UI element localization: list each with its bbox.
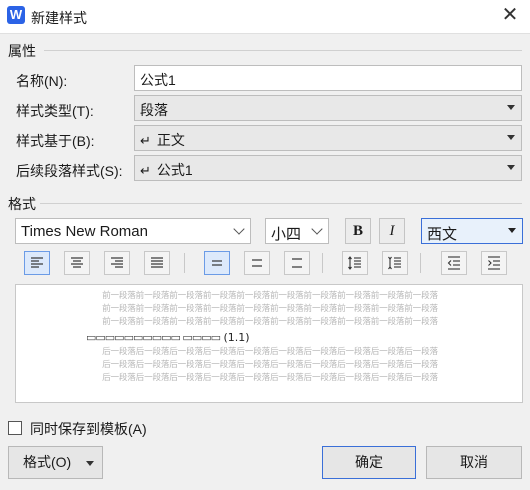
preview-next-line: 后一段落后一段落后一段落后一段落后一段落后一段落后一段落后一段落后一段落后一段落 <box>102 360 438 370</box>
cancel-button[interactable]: 取消 <box>426 446 522 479</box>
para-spacing-increase-button[interactable] <box>342 251 368 275</box>
style-type-select[interactable]: 段落 <box>134 95 522 121</box>
script-select[interactable]: 西文 <box>421 218 523 244</box>
line-spacing-single-button[interactable] <box>204 251 230 275</box>
close-button[interactable]: ✕ <box>498 4 522 28</box>
toolbar-separator <box>420 253 421 273</box>
align-left-button[interactable] <box>24 251 50 275</box>
based-on-select[interactable]: ↵ 正文 <box>134 125 522 151</box>
chevron-down-icon <box>311 223 323 235</box>
toolbar-separator <box>184 253 185 273</box>
align-left-icon <box>31 257 43 268</box>
name-value: 公式1 <box>140 72 176 88</box>
format-menu-button[interactable]: 格式(O) <box>8 446 103 479</box>
font-family-combo[interactable]: Times New Roman <box>15 218 251 244</box>
preview-sample-glyphs: ▭▭▭▭▭▭▭▭▭▭ ▭▭▭▭ <box>86 331 221 344</box>
dropdown-arrow-icon <box>508 228 516 233</box>
font-size-value: 小四 <box>271 226 302 243</box>
italic-button[interactable]: I <box>379 218 405 244</box>
align-center-icon <box>71 257 83 268</box>
justify-button[interactable] <box>144 251 170 275</box>
next-style-value: 公式1 <box>156 162 193 178</box>
dropdown-arrow-icon <box>507 135 515 140</box>
script-value: 西文 <box>427 226 458 243</box>
wps-logo-icon: W <box>7 6 25 24</box>
title-bar: W 新建样式 ✕ <box>0 0 530 34</box>
name-input[interactable]: 公式1 <box>134 65 522 91</box>
preview-previous-line: 前一段落前一段落前一段落前一段落前一段落前一段落前一段落前一段落前一段落前一段落 <box>102 317 438 327</box>
chevron-down-icon <box>233 223 245 235</box>
bold-button[interactable]: B <box>345 218 371 244</box>
dropdown-arrow-icon <box>507 105 515 110</box>
style-type-value: 段落 <box>140 102 168 118</box>
name-label: 名称(N): <box>16 73 68 89</box>
indent-increase-button[interactable] <box>481 251 507 275</box>
dialog-title: 新建样式 <box>31 10 87 26</box>
line-spacing-1-5-icon <box>252 259 262 267</box>
next-style-select[interactable]: ↵ 公式1 <box>134 155 522 181</box>
font-family-value: Times New Roman <box>21 223 148 240</box>
format-divider <box>40 203 522 204</box>
line-spacing-1-5-button[interactable] <box>244 251 270 275</box>
style-type-label: 样式类型(T): <box>16 103 94 119</box>
style-preview: 前一段落前一段落前一段落前一段落前一段落前一段落前一段落前一段落前一段落前一段落… <box>15 284 523 403</box>
preview-sample-text: ▭▭▭▭▭▭▭▭▭▭ ▭▭▭▭ (1.1) <box>86 331 250 344</box>
line-spacing-single-icon <box>212 260 222 266</box>
format-menu-label: 格式(O) <box>23 454 72 470</box>
ok-button[interactable]: 确定 <box>322 446 416 479</box>
based-on-label: 样式基于(B): <box>16 133 95 149</box>
paragraph-mark-icon: ↵ <box>140 133 151 148</box>
toolbar-separator <box>322 253 323 273</box>
save-to-template-checkbox[interactable] <box>8 421 22 435</box>
preview-next-line: 后一段落后一段落后一段落后一段落后一段落后一段落后一段落后一段落后一段落后一段落 <box>102 373 438 383</box>
properties-section-label: 属性 <box>8 43 36 59</box>
line-spacing-double-button[interactable] <box>284 251 310 275</box>
align-right-button[interactable] <box>104 251 130 275</box>
dropdown-arrow-icon <box>507 165 515 170</box>
indent-increase-icon <box>488 256 500 270</box>
align-right-icon <box>111 257 123 268</box>
preview-previous-line: 前一段落前一段落前一段落前一段落前一段落前一段落前一段落前一段落前一段落前一段落 <box>102 304 438 314</box>
line-spacing-double-icon <box>292 258 302 268</box>
para-spacing-decrease-icon <box>388 256 401 270</box>
based-on-value: 正文 <box>156 132 185 148</box>
preview-previous-line: 前一段落前一段落前一段落前一段落前一段落前一段落前一段落前一段落前一段落前一段落 <box>102 291 438 301</box>
indent-decrease-icon <box>447 256 460 270</box>
preview-next-line: 后一段落后一段落后一段落后一段落后一段落后一段落后一段落后一段落后一段落后一段落 <box>102 347 438 357</box>
next-style-label: 后续段落样式(S): <box>16 163 123 179</box>
dropdown-arrow-icon <box>86 461 94 466</box>
preview-equation-number: (1.1) <box>223 331 250 344</box>
paragraph-mark-icon: ↵ <box>140 163 151 178</box>
para-spacing-increase-icon <box>348 256 361 270</box>
save-to-template-label[interactable]: 同时保存到模板(A) <box>30 419 147 439</box>
justify-icon <box>151 257 163 268</box>
format-section-label: 格式 <box>8 196 36 212</box>
font-size-combo[interactable]: 小四 <box>265 218 329 244</box>
indent-decrease-button[interactable] <box>441 251 467 275</box>
para-spacing-decrease-button[interactable] <box>382 251 408 275</box>
align-center-button[interactable] <box>64 251 90 275</box>
properties-divider <box>44 50 522 51</box>
